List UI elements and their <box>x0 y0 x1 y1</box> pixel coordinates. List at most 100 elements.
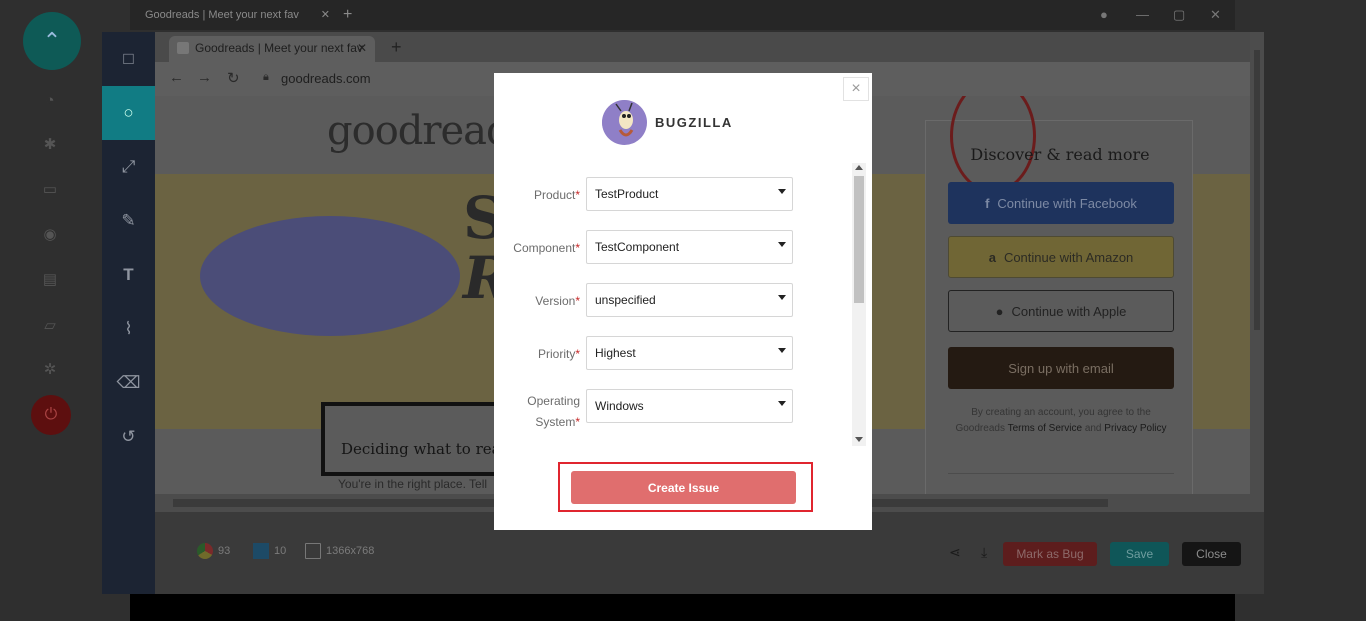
facebook-signup-label: Continue with Facebook <box>997 195 1137 211</box>
text-tool-icon[interactable]: T <box>102 248 155 302</box>
priority-row: Priority* Highest <box>494 336 866 370</box>
divider <box>948 473 1174 474</box>
apple-signup-label: Continue with Apple <box>1011 303 1127 319</box>
signup-card: Discover & read more f Continue with Fac… <box>925 96 1193 512</box>
component-value: TestComponent <box>595 240 680 254</box>
amazon-icon: a <box>988 249 996 265</box>
apple-icon: ● <box>995 303 1004 319</box>
form-scrollbar[interactable] <box>852 163 866 446</box>
download-icon[interactable]: ⤓ <box>981 544 987 561</box>
component-row: Component* TestComponent <box>494 230 866 264</box>
url-text[interactable]: goodreads.com <box>281 71 371 86</box>
outer-minimize-icon[interactable]: — <box>1136 4 1149 26</box>
outer-maximize-icon[interactable]: ▢ <box>1173 4 1185 26</box>
os-info: 10 <box>253 543 286 559</box>
share-icon[interactable]: ⋖ <box>949 544 961 561</box>
email-signup-button[interactable]: Sign up with email <box>948 347 1174 389</box>
amazon-signup-label: Continue with Amazon <box>1003 249 1134 265</box>
component-label: Component* <box>513 241 580 255</box>
collapse-chevron-icon[interactable]: ⌃ <box>23 12 81 70</box>
video-icon[interactable]: ▭ <box>38 177 62 201</box>
settings-icon[interactable]: ✲ <box>38 357 62 381</box>
component-select[interactable]: TestComponent <box>586 230 793 264</box>
bugzilla-dialog: × BUGZILLA Product* TestProduct Componen… <box>494 73 872 530</box>
circle-tool-icon[interactable]: ○ <box>102 86 155 140</box>
annotation-toolbar: □ ○ ⤢ ✎ T ⌇ ⌫ ↺ <box>102 32 155 594</box>
os-version: 10 <box>274 545 287 557</box>
terms-link[interactable]: Terms of Service <box>1008 423 1082 434</box>
rectangle-tool-icon[interactable]: □ <box>102 32 155 86</box>
version-select[interactable]: unspecified <box>586 283 793 317</box>
browser-new-tab-icon[interactable]: + <box>391 37 402 58</box>
os-select[interactable]: Windows <box>586 389 793 423</box>
page-vertical-scrollbar[interactable] <box>1250 32 1264 512</box>
chrome-icon <box>197 543 213 559</box>
outer-tab-title: Goodreads | Meet your next fav <box>145 9 299 21</box>
power-icon[interactable]: ⏻ <box>31 395 71 435</box>
forward-icon[interactable]: → <box>197 69 212 86</box>
decide-box: Deciding what to read <box>321 402 511 476</box>
scroll-up-icon[interactable] <box>855 165 863 170</box>
mark-as-bug-button[interactable]: Mark as Bug <box>1003 542 1097 566</box>
bug-icon[interactable]: ✱ <box>38 132 62 156</box>
hero-hat-illustration <box>200 216 460 336</box>
chevron-down-icon <box>778 242 786 247</box>
pen-tool-icon[interactable]: ✎ <box>102 194 155 248</box>
reload-icon[interactable]: ↻ <box>227 69 240 87</box>
outer-tab-close-icon[interactable]: ✕ <box>321 4 330 26</box>
chevron-down-icon <box>778 189 786 194</box>
highlight-tool-icon[interactable]: ⌇ <box>102 302 155 356</box>
outer-close-icon[interactable]: ✕ <box>1210 4 1221 26</box>
resolution-value: 1366x768 <box>326 545 375 557</box>
browser-info: 93 <box>197 543 230 559</box>
chevron-down-icon <box>778 348 786 353</box>
lock-icon: 🔒︎ <box>263 71 269 83</box>
bugzilla-logo <box>602 100 647 145</box>
close-icon[interactable]: × <box>843 77 869 101</box>
chevron-down-icon <box>778 295 786 300</box>
os-value: Windows <box>595 399 644 413</box>
save-button[interactable]: Save <box>1110 542 1169 566</box>
browser-tab[interactable]: Goodreads | Meet your next fav ✕ <box>169 36 375 62</box>
back-icon[interactable]: ← <box>169 69 184 86</box>
dashboard-icon[interactable]: ◔ <box>38 88 62 112</box>
os-label: Operating System* <box>527 394 580 429</box>
decide-subtext: You're in the right place. Tell <box>338 477 488 491</box>
product-value: TestProduct <box>595 187 659 201</box>
record-icon[interactable]: ◉ <box>38 222 62 246</box>
priority-label: Priority* <box>537 347 580 361</box>
resolution-info: 1366x768 <box>305 543 374 559</box>
outer-tab[interactable]: Goodreads | Meet your next fav ✕ <box>145 4 330 26</box>
undo-icon[interactable]: ↺ <box>102 410 155 464</box>
priority-value: Highest <box>595 346 636 360</box>
eraser-tool-icon[interactable]: ⌫ <box>102 356 155 410</box>
terms-text: By creating an account, you agree to the… <box>946 405 1176 437</box>
facebook-signup-button[interactable]: f Continue with Facebook <box>948 182 1174 224</box>
issue-form: Product* TestProduct Component* TestComp… <box>494 161 866 447</box>
terms-and: and <box>1084 423 1102 434</box>
outer-profile-icon[interactable]: ● <box>1100 4 1108 26</box>
decide-heading: Deciding what to read <box>341 440 511 458</box>
privacy-link[interactable]: Privacy Policy <box>1104 423 1166 434</box>
scroll-down-icon[interactable] <box>855 437 863 442</box>
close-button[interactable]: Close <box>1182 542 1241 566</box>
outer-new-tab-icon[interactable]: + <box>343 4 352 26</box>
windows-icon <box>253 543 269 559</box>
product-label: Product* <box>533 188 580 202</box>
folder-icon[interactable]: ▱ <box>38 313 62 337</box>
arrow-tool-icon[interactable]: ⤢ <box>102 140 155 194</box>
scroll-thumb[interactable] <box>854 176 864 303</box>
create-issue-button[interactable]: Create Issue <box>571 471 796 504</box>
monitor-icon[interactable]: ▤ <box>38 267 62 291</box>
product-select[interactable]: TestProduct <box>586 177 793 211</box>
priority-select[interactable]: Highest <box>586 336 793 370</box>
monitor-icon <box>305 543 321 559</box>
signup-heading: Discover & read more <box>970 145 1150 164</box>
create-issue-highlight: Create Issue <box>558 462 813 512</box>
facebook-icon: f <box>985 195 990 211</box>
amazon-signup-button[interactable]: a Continue with Amazon <box>948 236 1174 278</box>
os-row: Operating System* Windows <box>494 389 866 429</box>
browser-tab-title: Goodreads | Meet your next fav <box>195 41 363 55</box>
browser-tab-close-icon[interactable]: ✕ <box>357 36 367 60</box>
apple-signup-button[interactable]: ● Continue with Apple <box>948 290 1174 332</box>
